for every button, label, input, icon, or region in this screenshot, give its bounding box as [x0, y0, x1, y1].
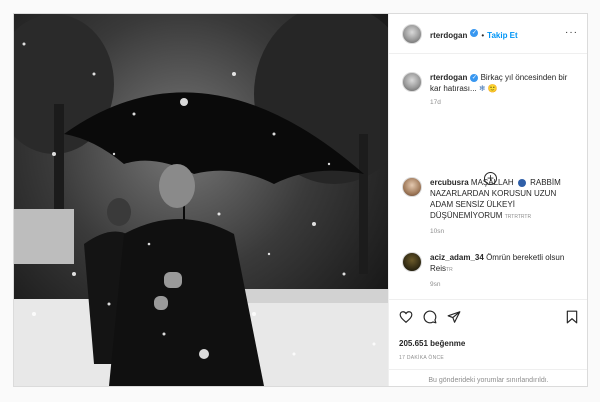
- comment-icon[interactable]: [423, 310, 437, 324]
- snowy-umbrella-scene: [14, 14, 388, 386]
- post-photo[interactable]: [14, 14, 388, 386]
- comment-body: ercubusra MAŞALLAH RABBİM NAZARLARDAN KO…: [430, 177, 580, 237]
- commenter-avatar[interactable]: [402, 177, 422, 197]
- post-time-ago: 17 DAKİKA ÖNCE: [399, 355, 445, 361]
- comment-username[interactable]: aciz_adam_34: [430, 253, 484, 262]
- verified-badge-icon: ✓: [470, 29, 479, 38]
- separator-dot: •: [481, 30, 485, 40]
- evil-eye-emoji-icon: [517, 178, 526, 187]
- comment-body: aciz_adam_34 Ömrün bereketli olsun ReisT…: [430, 252, 580, 290]
- author-row: rterdogan ✓ • Takip Et: [430, 25, 518, 43]
- more-options-icon[interactable]: ···: [565, 28, 578, 38]
- comment-age: 9sn: [430, 281, 441, 288]
- likes-count[interactable]: 205.651 beğenme: [399, 339, 465, 348]
- bookmark-icon[interactable]: [566, 310, 578, 324]
- comment-age: 10sn: [430, 228, 445, 235]
- caption-username[interactable]: rterdogan: [430, 73, 467, 82]
- comment-suffix: TR: [446, 267, 453, 273]
- verified-badge-icon: ✓: [470, 73, 479, 82]
- comment-username[interactable]: ercubusra: [430, 178, 469, 187]
- post-actions: 205.651 beğenme 17 DAKİKA ÖNCE Bu gönder…: [389, 299, 587, 386]
- heart-icon[interactable]: [399, 310, 413, 324]
- author-avatar[interactable]: [402, 23, 422, 44]
- post-card: rterdogan ✓ • Takip Et ··· rterdogan ✓ Birka…: [13, 13, 588, 387]
- post-side-panel: rterdogan ✓ • Takip Et ··· rterdogan ✓ Birka…: [388, 14, 587, 386]
- share-icon[interactable]: [447, 310, 461, 324]
- caption-age: 17d: [430, 99, 441, 106]
- comments-restricted-notice: Bu gönderideki yorumlar sınırlandırıldı.: [389, 369, 587, 386]
- comment-suffix: TRTRTRTR: [504, 214, 532, 220]
- snowflake-emoji-icon: ❄: [478, 84, 486, 93]
- caption-body: rterdogan ✓ Birkaç yıl öncesinden bir kar…: [430, 72, 580, 108]
- smile-emoji-icon: 🙂: [487, 84, 498, 93]
- post-header: rterdogan ✓ • Takip Et ···: [389, 14, 587, 54]
- author-avatar[interactable]: [402, 72, 422, 92]
- action-icons: [399, 310, 471, 324]
- commenter-avatar[interactable]: [402, 252, 422, 272]
- author-username[interactable]: rterdogan: [430, 31, 467, 40]
- follow-button[interactable]: Takip Et: [487, 31, 518, 40]
- comment-text-start: MAŞALLAH: [470, 178, 514, 187]
